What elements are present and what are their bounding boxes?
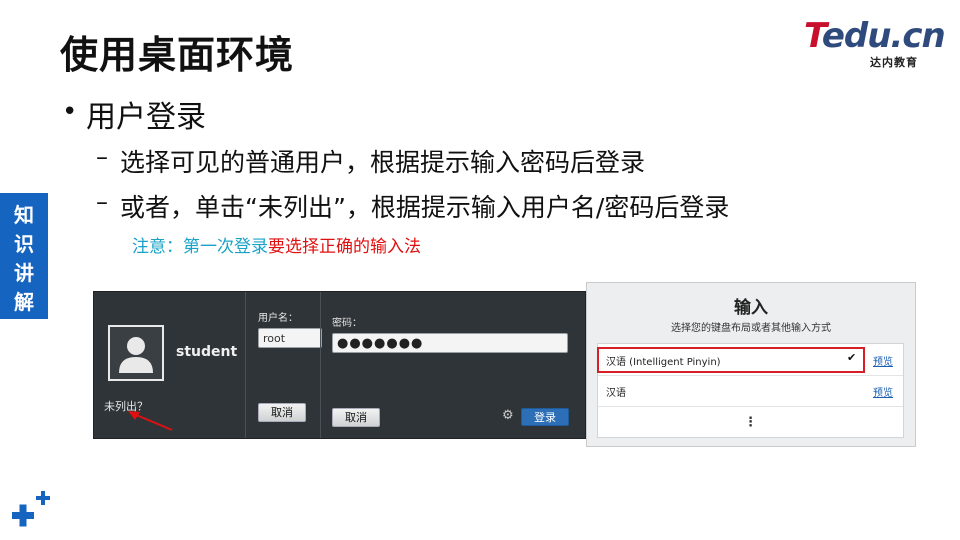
red-arrow-icon xyxy=(128,411,173,431)
side-tab-char: 识 xyxy=(14,232,34,256)
username-field[interactable]: root xyxy=(258,328,322,348)
login-button[interactable]: 登录 xyxy=(521,408,569,426)
note-part-1: 注意：第一次登录 xyxy=(132,237,268,257)
input-method-list: 汉语 (Intelligent Pinyin) ✔ 预览 汉语 预览 ⋮ xyxy=(597,343,904,438)
note-part-2: 要选择正确的输入法 xyxy=(268,237,421,257)
input-panel-subtitle: 选择您的键盘布局或者其他输入方式 xyxy=(671,323,831,334)
sub-bullet-dash: – xyxy=(96,188,108,216)
plus-logo-icon xyxy=(12,491,50,527)
divider xyxy=(320,292,321,438)
logo-subtitle: 达内教育 xyxy=(870,56,918,69)
input-method-name: 汉语 (Intelligent Pinyin) xyxy=(606,357,721,368)
page-title: 使用桌面环境 xyxy=(60,33,295,77)
more-vertical-icon[interactable]: ⋮ xyxy=(598,410,903,436)
gear-icon[interactable]: ⚙ xyxy=(502,409,516,423)
preview-link[interactable]: 预览 xyxy=(873,353,893,368)
password-field[interactable]: ●●●●●●● xyxy=(332,333,568,353)
list-item[interactable]: 汉语 (Intelligent Pinyin) ✔ 预览 xyxy=(597,344,903,376)
list-item[interactable]: 汉语 预览 xyxy=(598,375,903,407)
tedu-logo: Tedu.cn 达内教育 xyxy=(802,16,946,72)
user-name-student[interactable]: student xyxy=(176,344,237,360)
side-tab-char: 讲 xyxy=(14,261,34,285)
bullet-user-login: 用户登录 xyxy=(86,100,206,135)
preview-link[interactable]: 预览 xyxy=(873,384,893,399)
side-tab-knowledge: 知 识 讲 解 xyxy=(0,193,48,319)
checkmark-icon: ✔ xyxy=(847,351,857,364)
cancel-button[interactable]: 取消 xyxy=(332,408,380,427)
bullet-dot: • xyxy=(62,97,78,127)
username-label: 用户名： xyxy=(258,313,298,324)
side-tab-char: 知 xyxy=(14,203,34,227)
input-method-name: 汉语 xyxy=(606,388,626,399)
divider xyxy=(245,292,246,438)
note-text: 注意：第一次登录要选择正确的输入法 xyxy=(132,232,421,257)
logo-mark: Tedu.cn xyxy=(804,16,946,56)
sub-bullet-dash: – xyxy=(96,143,108,171)
user-avatar-icon xyxy=(119,337,153,373)
input-method-panel: 输入 选择您的键盘布局或者其他输入方式 汉语 (Intelligent Piny… xyxy=(586,282,916,447)
sub-bullet-2: 或者，单击“未列出”，根据提示输入用户名/密码后登录 xyxy=(120,193,730,222)
user-avatar[interactable] xyxy=(108,325,164,381)
side-tab-char: 解 xyxy=(14,290,34,314)
sub-bullet-1: 选择可见的普通用户，根据提示输入密码后登录 xyxy=(120,148,646,177)
input-panel-title: 输入 xyxy=(734,298,768,318)
login-screen: student 未列出？ 用户名： root 取消 密码： ●●●●●●● 取消… xyxy=(93,291,586,439)
cancel-button[interactable]: 取消 xyxy=(258,403,306,422)
password-label: 密码： xyxy=(332,318,362,329)
